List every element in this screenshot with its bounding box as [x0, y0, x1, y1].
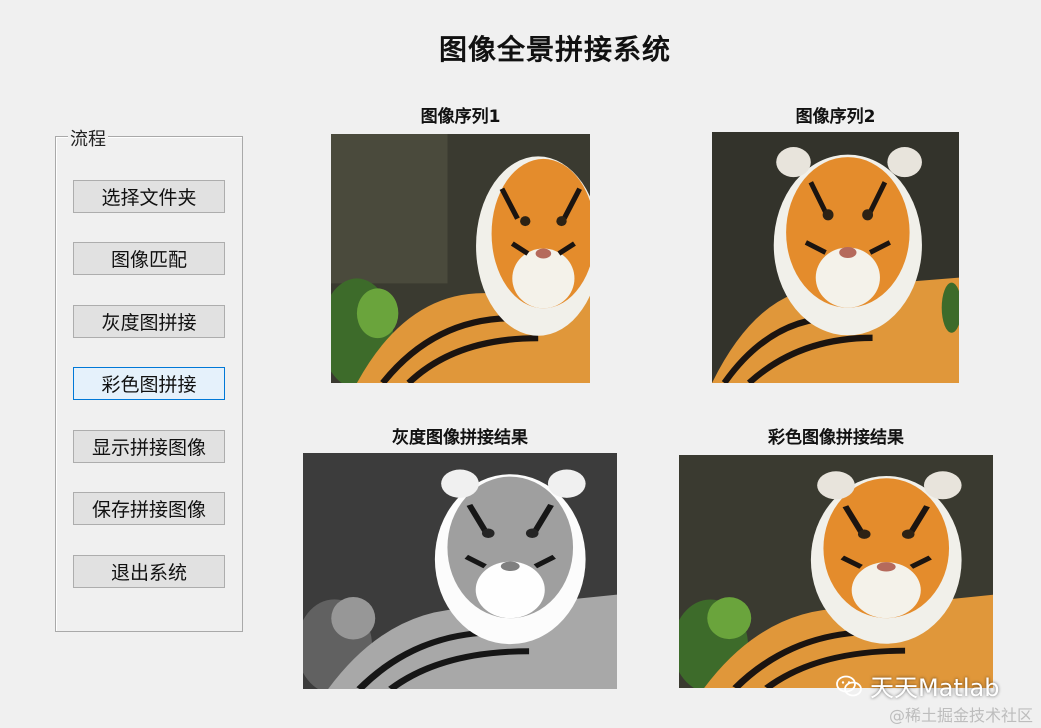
- app-title: 图像全景拼接系统: [438, 33, 671, 66]
- color-stitch-button[interactable]: 彩色图拼接: [73, 367, 225, 400]
- flow-panel: 流程 选择文件夹 图像匹配 灰度图拼接 彩色图拼接 显示拼接图像 保存拼接图像 …: [55, 125, 243, 632]
- gray-result-image: [303, 453, 617, 689]
- color-result-caption: 彩色图像拼接结果: [768, 428, 904, 448]
- image-match-button[interactable]: 图像匹配: [73, 242, 225, 275]
- watermark-brand: 天天Matlab: [870, 674, 1000, 702]
- seq2-caption: 图像序列2: [795, 107, 876, 127]
- select-folder-button[interactable]: 选择文件夹: [73, 180, 225, 213]
- wechat-icon: [836, 675, 862, 696]
- gray-stitch-button[interactable]: 灰度图拼接: [73, 305, 225, 338]
- exit-system-button[interactable]: 退出系统: [73, 555, 225, 588]
- seq2-image: [712, 132, 959, 383]
- wechat-watermark: 天天Matlab: [836, 668, 999, 703]
- seq1-caption: 图像序列1: [420, 107, 501, 127]
- flow-panel-legend: 流程: [68, 125, 108, 151]
- color-result-image: [679, 455, 993, 688]
- gray-result-caption: 灰度图像拼接结果: [392, 428, 528, 448]
- save-stitched-button[interactable]: 保存拼接图像: [73, 492, 225, 525]
- watermark-site: @稀土掘金技术社区: [888, 706, 1033, 725]
- seq1-image: [331, 134, 590, 383]
- show-stitched-button[interactable]: 显示拼接图像: [73, 430, 225, 463]
